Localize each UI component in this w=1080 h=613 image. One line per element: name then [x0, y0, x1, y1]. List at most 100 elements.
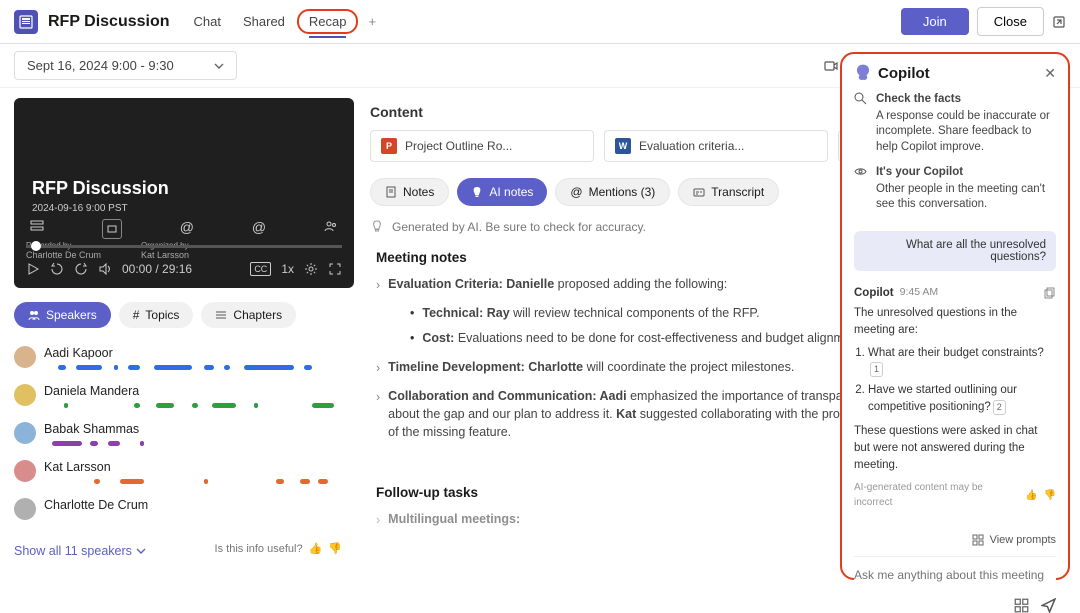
copilot-input-area — [854, 556, 1056, 613]
chevron-down-icon — [214, 61, 224, 71]
speaker-row[interactable]: Babak Shammas — [14, 416, 360, 454]
notes-icon — [385, 186, 397, 198]
video-scrubber[interactable] — [26, 245, 342, 248]
grid-icon — [972, 534, 984, 546]
tab-chat[interactable]: Chat — [184, 8, 231, 35]
citation-chip[interactable]: 1 — [870, 362, 883, 377]
skip-back-button[interactable] — [50, 262, 64, 276]
close-icon[interactable]: ✕ — [1044, 65, 1056, 82]
card-icon[interactable] — [102, 219, 122, 239]
ai-notes-tab[interactable]: AI notes — [457, 178, 547, 206]
search-icon — [854, 92, 868, 155]
speaker-name: Babak Shammas — [44, 422, 360, 436]
chapter-icon[interactable] — [30, 219, 44, 239]
copy-icon[interactable] — [1044, 287, 1056, 299]
response-author: Copilot — [854, 285, 894, 302]
chapters-icon — [215, 309, 227, 321]
copilot-panel: Copilot ✕ Check the factsA response coul… — [840, 52, 1070, 580]
tab-shared[interactable]: Shared — [233, 8, 295, 35]
citation-chip[interactable]: 2 — [993, 400, 1006, 415]
close-button[interactable]: Close — [977, 7, 1044, 36]
skip-forward-button[interactable] — [74, 262, 88, 276]
people-icon[interactable] — [324, 219, 338, 239]
transcript-tab[interactable]: Transcript — [678, 178, 779, 206]
copilot-input[interactable] — [854, 568, 1056, 582]
tab-recap[interactable]: Recap — [297, 9, 359, 34]
date-range-dropdown[interactable]: Sept 16, 2024 9:00 - 9:30 — [14, 51, 237, 80]
eye-icon — [854, 165, 868, 213]
speaker-list: Aadi Kapoor Daniela Mandera Babak Shamma… — [14, 340, 360, 530]
ppt-icon: P — [381, 138, 397, 154]
chapters-tab[interactable]: Chapters — [201, 302, 296, 328]
speaker-row[interactable]: Kat Larsson — [14, 454, 360, 492]
thumbs-up-icon[interactable]: 👍 — [1025, 489, 1037, 504]
speaker-timeline[interactable] — [44, 478, 344, 486]
fullscreen-button[interactable] — [328, 262, 342, 276]
speaker-row[interactable]: Charlotte De Crum — [14, 492, 360, 530]
copilot-icon — [854, 64, 872, 82]
avatar — [14, 422, 36, 444]
speaker-timeline[interactable] — [44, 402, 344, 410]
video-player[interactable]: RFP Discussion 2024-09-16 9:00 PST @ @ R… — [14, 98, 354, 288]
speaker-timeline[interactable] — [44, 364, 344, 372]
speaker-timeline[interactable] — [44, 516, 344, 524]
chevron-right-icon: › — [376, 275, 380, 294]
mention-icon[interactable]: @ — [252, 219, 266, 239]
captions-button[interactable]: CC — [250, 262, 271, 276]
speaker-timeline[interactable] — [44, 440, 344, 448]
speaker-name: Daniela Mandera — [44, 384, 360, 398]
topics-tab[interactable]: #Topics — [119, 302, 194, 328]
thumbs-up-icon[interactable]: 👍 — [309, 542, 323, 555]
avatar — [14, 498, 36, 520]
file-chip[interactable]: P Project Outline Ro... — [370, 130, 594, 162]
content-heading: Content — [370, 104, 423, 120]
thumbs-down-icon[interactable]: 👎 — [1044, 489, 1056, 504]
ai-disclaimer: AI-generated content may be incorrect — [854, 481, 1019, 510]
view-prompts-button[interactable]: View prompts — [972, 534, 1056, 546]
at-icon: @ — [570, 185, 582, 199]
avatar — [14, 384, 36, 406]
volume-button[interactable] — [98, 262, 112, 276]
add-tab-button[interactable]: + — [360, 10, 384, 33]
meeting-title: RFP Discussion — [48, 13, 170, 31]
top-bar: RFP Discussion Chat Shared Recap + Join … — [0, 0, 1080, 44]
play-button[interactable] — [26, 262, 40, 276]
popout-icon[interactable] — [1052, 15, 1066, 29]
docx-icon: W — [615, 138, 631, 154]
bulb-icon — [471, 186, 483, 198]
notes-tab[interactable]: Notes — [370, 178, 449, 206]
join-button[interactable]: Join — [901, 8, 969, 35]
speaker-row[interactable]: Aadi Kapoor — [14, 340, 360, 378]
video-time: 00:00 / 29:16 — [122, 262, 192, 276]
video-title: RFP Discussion — [32, 178, 169, 199]
response-time: 9:45 AM — [900, 285, 939, 300]
prompts-icon[interactable] — [1014, 598, 1029, 613]
chevron-right-icon: › — [376, 510, 380, 529]
thumbs-down-icon[interactable]: 👎 — [328, 542, 342, 555]
chevron-right-icon: › — [376, 358, 380, 377]
avatar — [14, 460, 36, 482]
response-item: What are their budget constraints?1 — [868, 345, 1056, 378]
file-chip[interactable]: W Evaluation criteria... — [604, 130, 828, 162]
user-message: What are all the unresolved questions? — [854, 231, 1056, 271]
speakers-tab[interactable]: Speakers — [14, 302, 111, 328]
copilot-response: Copilot 9:45 AM The unresolved questions… — [854, 285, 1056, 511]
speaker-name: Kat Larsson — [44, 460, 360, 474]
speaker-name: Aadi Kapoor — [44, 346, 360, 360]
settings-button[interactable] — [304, 262, 318, 276]
speed-button[interactable]: 1x — [281, 262, 294, 276]
hash-icon: # — [133, 308, 140, 322]
send-button[interactable] — [1041, 598, 1056, 613]
date-range-text: Sept 16, 2024 9:00 - 9:30 — [27, 58, 174, 73]
file-name: Project Outline Ro... — [405, 139, 512, 153]
file-name: Evaluation criteria... — [639, 139, 744, 153]
mention-icon[interactable]: @ — [180, 219, 194, 239]
bulb-icon — [370, 220, 384, 234]
avatar — [14, 346, 36, 368]
video-date: 2024-09-16 9:00 PST — [32, 203, 128, 214]
mentions-tab[interactable]: @Mentions (3) — [555, 178, 670, 206]
recording-column: RFP Discussion 2024-09-16 9:00 PST @ @ R… — [0, 88, 360, 591]
ai-disclaimer: Generated by AI. Be sure to check for ac… — [392, 220, 646, 234]
speaker-name: Charlotte De Crum — [44, 498, 360, 512]
speaker-row[interactable]: Daniela Mandera — [14, 378, 360, 416]
